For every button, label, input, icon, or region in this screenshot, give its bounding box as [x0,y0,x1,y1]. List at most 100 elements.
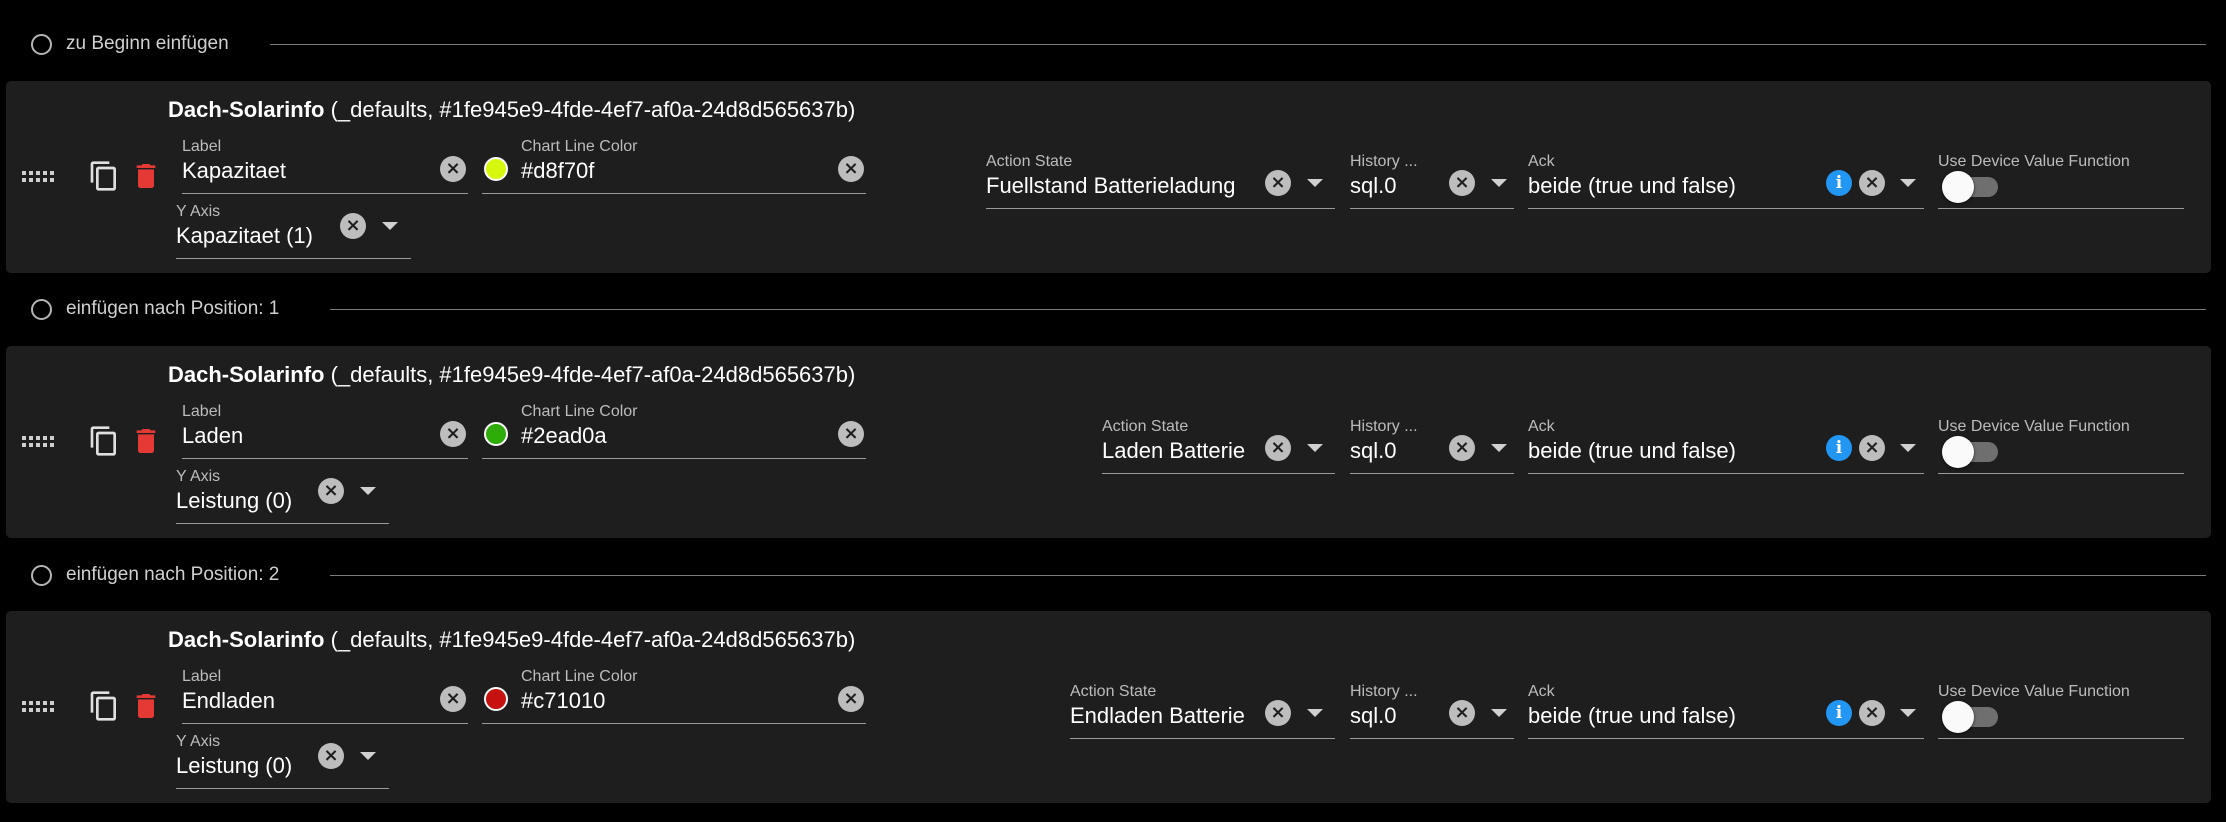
ack-select[interactable]: Ack beide (true und false) i × [1528,418,1924,474]
copy-icon[interactable] [88,690,120,722]
delete-icon[interactable] [130,690,162,722]
divider [270,44,2206,45]
action-state-value[interactable]: Endladen Batterie [1070,703,1245,729]
dropdown-arrow-icon[interactable] [360,752,376,760]
clear-icon[interactable]: × [1265,170,1291,196]
info-icon[interactable]: i [1826,435,1852,461]
color-swatch[interactable] [484,687,508,711]
clear-icon[interactable]: × [1449,700,1475,726]
dropdown-arrow-icon[interactable] [1307,179,1323,187]
action-state-select[interactable]: Action State Fuellstand Batterieladung × [986,153,1335,209]
clear-icon[interactable]: × [318,478,344,504]
udvf-toggle[interactable] [1942,171,2002,203]
insert-radio[interactable] [31,565,52,586]
y-axis-value[interactable]: Kapazitaet (1) [176,223,313,249]
clear-icon[interactable]: × [318,743,344,769]
history-select[interactable]: History ... sql.0 × [1350,418,1514,474]
info-icon[interactable]: i [1826,170,1852,196]
copy-icon[interactable] [88,160,120,192]
copy-icon[interactable] [88,425,120,457]
udvf-toggle[interactable] [1942,436,2002,468]
insert-row-after-1[interactable]: einfügen nach Position: 1 [0,289,2226,329]
chart-line-color-field[interactable]: Chart Line Color #d8f70f × [482,138,866,194]
label-field-value[interactable]: Laden [182,423,243,449]
clear-icon[interactable]: × [838,421,864,447]
ack-value[interactable]: beide (true und false) [1528,703,1736,729]
dropdown-arrow-icon[interactable] [1900,444,1916,452]
delete-icon[interactable] [130,160,162,192]
action-state-value[interactable]: Laden Batterie [1102,438,1245,464]
ack-select[interactable]: Ack beide (true und false) i × [1528,683,1924,739]
history-value[interactable]: sql.0 [1350,703,1396,729]
chart-line-color-field[interactable]: Chart Line Color #c71010 × [482,668,866,724]
clear-icon[interactable]: × [1265,435,1291,461]
toggle-thumb[interactable] [1942,171,1974,203]
action-state-value[interactable]: Fuellstand Batterieladung [986,173,1236,199]
color-field-value[interactable]: #c71010 [521,688,605,714]
insert-radio[interactable] [31,299,52,320]
ack-value[interactable]: beide (true und false) [1528,438,1736,464]
dropdown-arrow-icon[interactable] [1491,179,1507,187]
ack-value[interactable]: beide (true und false) [1528,173,1736,199]
color-swatch[interactable] [484,157,508,181]
dropdown-arrow-icon[interactable] [1900,179,1916,187]
insert-radio[interactable] [31,34,52,55]
dropdown-arrow-icon[interactable] [1900,709,1916,717]
y-axis-select[interactable]: Y Axis Leistung (0) × [176,733,389,789]
y-axis-value[interactable]: Leistung (0) [176,488,292,514]
clear-icon[interactable]: × [440,686,466,712]
use-device-value-function-field[interactable]: Use Device Value Function [1938,418,2184,474]
clear-icon[interactable]: × [1859,700,1885,726]
clear-icon[interactable]: × [1449,170,1475,196]
y-axis-value[interactable]: Leistung (0) [176,753,292,779]
chart-line-color-field[interactable]: Chart Line Color #2ead0a × [482,403,866,459]
label-field[interactable]: Label Laden × [182,403,468,459]
dropdown-arrow-icon[interactable] [1491,709,1507,717]
history-value[interactable]: sql.0 [1350,438,1396,464]
history-value[interactable]: sql.0 [1350,173,1396,199]
divider [330,309,2206,310]
dropdown-arrow-icon[interactable] [382,222,398,230]
clear-icon[interactable]: × [838,686,864,712]
insert-row-after-2[interactable]: einfügen nach Position: 2 [0,555,2226,595]
y-axis-select[interactable]: Y Axis Kapazitaet (1) × [176,203,411,259]
clear-icon[interactable]: × [440,421,466,447]
label-field-caption: Label [182,668,222,685]
y-axis-select[interactable]: Y Axis Leistung (0) × [176,468,389,524]
clear-icon[interactable]: × [440,156,466,182]
delete-icon[interactable] [130,425,162,457]
clear-icon[interactable]: × [340,213,366,239]
use-device-value-function-field[interactable]: Use Device Value Function [1938,153,2184,209]
toggle-thumb[interactable] [1942,701,1974,733]
action-state-select[interactable]: Action State Laden Batterie × [1102,418,1335,474]
ack-select[interactable]: Ack beide (true und false) i × [1528,153,1924,209]
drag-handle-icon[interactable] [22,171,56,183]
clear-icon[interactable]: × [1449,435,1475,461]
toggle-thumb[interactable] [1942,436,1974,468]
history-select[interactable]: History ... sql.0 × [1350,683,1514,739]
dropdown-arrow-icon[interactable] [1307,709,1323,717]
clear-icon[interactable]: × [1859,170,1885,196]
color-field-caption: Chart Line Color [521,403,638,420]
dropdown-arrow-icon[interactable] [1491,444,1507,452]
history-select[interactable]: History ... sql.0 × [1350,153,1514,209]
udvf-toggle[interactable] [1942,701,2002,733]
drag-handle-icon[interactable] [22,436,56,448]
info-icon[interactable]: i [1826,700,1852,726]
dropdown-arrow-icon[interactable] [1307,444,1323,452]
drag-handle-icon[interactable] [22,701,56,713]
dropdown-arrow-icon[interactable] [360,487,376,495]
clear-icon[interactable]: × [1859,435,1885,461]
clear-icon[interactable]: × [838,156,864,182]
color-field-value[interactable]: #2ead0a [521,423,607,449]
insert-row-start[interactable]: zu Beginn einfügen [0,24,2226,64]
use-device-value-function-field[interactable]: Use Device Value Function [1938,683,2184,739]
label-field[interactable]: Label Kapazitaet × [182,138,468,194]
color-field-value[interactable]: #d8f70f [521,158,594,184]
clear-icon[interactable]: × [1265,700,1291,726]
action-state-select[interactable]: Action State Endladen Batterie × [1070,683,1335,739]
color-swatch[interactable] [484,422,508,446]
label-field-value[interactable]: Endladen [182,688,275,714]
label-field[interactable]: Label Endladen × [182,668,468,724]
label-field-value[interactable]: Kapazitaet [182,158,286,184]
